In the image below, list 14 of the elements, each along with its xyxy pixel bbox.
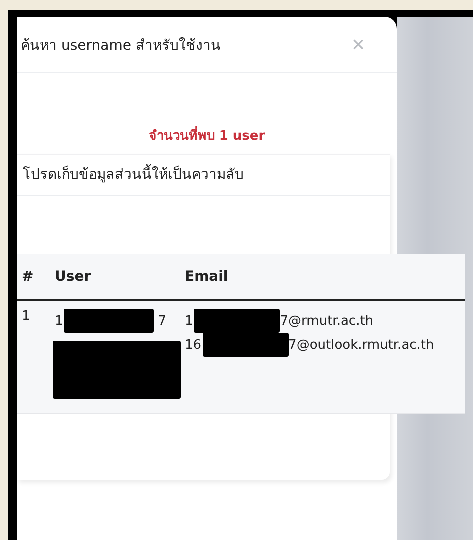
result-count: จำนวนที่พบ 1 user bbox=[17, 125, 397, 146]
table-cell-text: 1 bbox=[22, 309, 32, 324]
card-title: โปรดเก็บข้อมูลส่วนนี้ให้เป็นความลับ bbox=[17, 155, 390, 196]
dialog-title: ค้นหา username สำหรับใช้งาน bbox=[21, 36, 221, 56]
table-cell: 1 bbox=[185, 314, 194, 328]
column-header: # bbox=[22, 268, 35, 284]
close-button[interactable]: × bbox=[352, 34, 365, 56]
table-cell: 7@rmutr.ac.th bbox=[280, 314, 374, 328]
table-cell: 7 bbox=[158, 314, 167, 328]
table-cell: 1 bbox=[55, 314, 64, 328]
table-cell: 16 bbox=[185, 338, 202, 352]
column-header: User bbox=[55, 268, 92, 284]
column-header: Email bbox=[185, 268, 230, 284]
table-cell: 7@outlook.rmutr.ac.th bbox=[288, 338, 434, 352]
